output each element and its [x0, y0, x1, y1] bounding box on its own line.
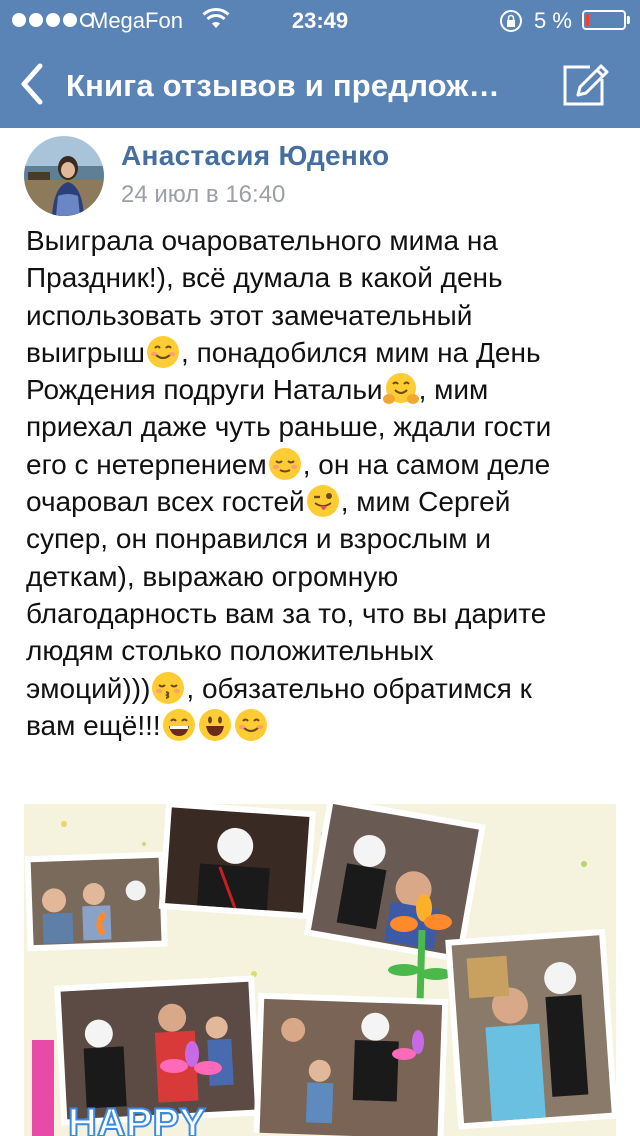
page-title: Книга отзывов и предлож…: [66, 68, 500, 103]
text-line: использовать этот замечательный: [26, 297, 626, 334]
grinning-face-icon: [162, 708, 195, 741]
rotation-lock-icon: [498, 8, 524, 40]
post-date: 24 июл в 16:40: [121, 181, 286, 208]
text-line: Рождения подруги Натальи , мим: [26, 371, 626, 408]
text-line: очаровал всех гостей , мим Сергей: [26, 483, 626, 520]
text-segment: деткам), выражаю огромную: [26, 560, 399, 592]
text-line: деткам), выражаю огромную: [26, 558, 626, 595]
relieved-face-icon: [268, 447, 301, 480]
navigation-bar: Книга отзывов и предлож…: [0, 40, 640, 128]
text-segment: супер, он понравился и взрослым и: [26, 523, 491, 555]
winking-tongue-face-icon: [306, 485, 339, 518]
hugging-face-icon: [382, 373, 419, 405]
avatar[interactable]: [24, 136, 104, 216]
kissing-face-icon: [152, 671, 185, 704]
signal-dot: [12, 13, 26, 27]
text-segment: Выиграла очаровательного мима на: [26, 225, 498, 256]
text-segment: , понадобился мим на День: [181, 336, 541, 368]
text-segment: , обязательно обратимся к: [186, 672, 532, 704]
text-line: его с нетерпением , он на самом деле: [26, 446, 626, 483]
author-name[interactable]: Анастасия Юденко: [121, 140, 389, 172]
text-segment: людям столько положительных: [26, 635, 434, 667]
text-segment: , он на самом деле: [302, 448, 551, 480]
text-line: Выиграла очаровательного мима на: [26, 222, 626, 259]
post-text: Выиграла очаровательного мима на Праздни…: [26, 222, 626, 744]
battery-icon: [582, 10, 626, 30]
battery-percent: 5 %: [534, 8, 572, 33]
text-segment: вам ещё!!!: [26, 709, 161, 741]
text-segment: Рождения подруги Натальи: [26, 374, 383, 406]
text-line: благодарность вам за то, что вы дарите: [26, 595, 626, 632]
text-line: приехал даже чуть раньше, ждали гости: [26, 408, 626, 445]
back-button[interactable]: [14, 60, 54, 108]
chevron-left-icon: [21, 63, 43, 105]
signal-dot: [63, 13, 77, 27]
carrier-name: MegaFon: [90, 8, 183, 33]
signal-strength: [12, 13, 94, 27]
smiley-face-icon: [198, 708, 231, 741]
signal-dot: [29, 13, 43, 27]
text-segment: использовать этот замечательный: [26, 299, 473, 331]
text-line: людям столько положительных: [26, 632, 626, 669]
smiling-face-icon: [147, 335, 180, 368]
status-bar: MegaFon 23:49 5 %: [0, 0, 640, 40]
photo-banner-text: HAPPY: [68, 1101, 206, 1136]
text-line: Праздник!), всё думала в какой день: [26, 259, 626, 296]
text-line: вам ещё!!!: [26, 707, 626, 744]
blush-face-icon: [234, 708, 267, 741]
battery-tip: [627, 16, 630, 24]
text-segment: Праздник!), всё думала в какой день: [26, 262, 503, 294]
text-line: супер, он понравился и взрослым и: [26, 520, 626, 557]
text-segment: выигрыш: [26, 336, 146, 368]
clock: 23:49: [291, 8, 349, 33]
wifi-icon: [202, 7, 230, 37]
photo-collage-image: HAPPY: [24, 804, 616, 1136]
compose-icon: [563, 64, 609, 106]
text-segment: благодарность вам за то, что вы дарите: [26, 597, 547, 629]
text-segment: его с нетерпением: [26, 448, 267, 480]
battery-level: [586, 14, 589, 26]
post-photo[interactable]: HAPPY: [24, 804, 616, 1136]
text-segment: , мим: [418, 374, 489, 406]
top-bar: MegaFon 23:49 5 % Книга отзывов и предло…: [0, 0, 640, 128]
text-line: эмоций))) , обязательно обратимся к: [26, 670, 626, 707]
text-segment: эмоций))): [26, 672, 151, 704]
text-line: выигрыш , понадобился мим на День: [26, 334, 626, 371]
compose-button[interactable]: [560, 58, 610, 108]
text-segment: , мим Сергей: [340, 486, 511, 518]
text-segment: приехал даже чуть раньше, ждали гости: [26, 411, 552, 443]
signal-dot: [46, 13, 60, 27]
text-segment: очаровал всех гостей: [26, 486, 305, 518]
